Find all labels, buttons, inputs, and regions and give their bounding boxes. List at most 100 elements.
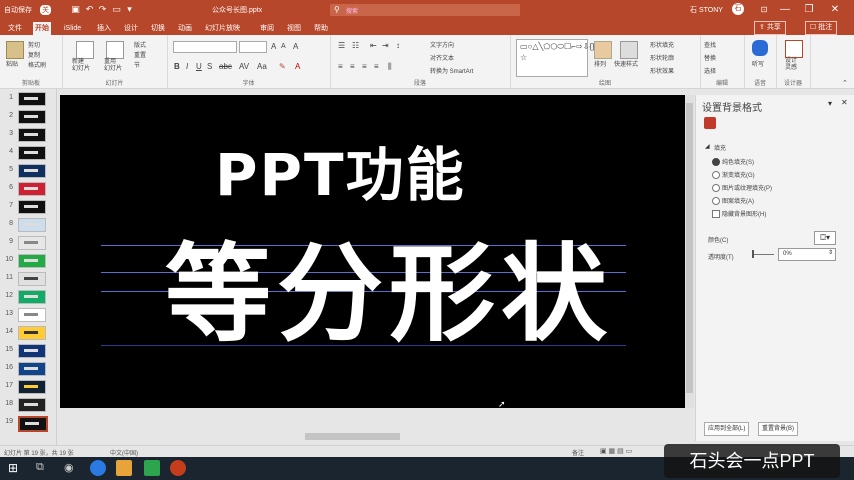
shadow-icon[interactable]: S xyxy=(207,62,212,71)
find-button[interactable]: 查找 xyxy=(704,40,716,49)
avatar[interactable]: 石 xyxy=(732,3,744,15)
start-icon[interactable]: ⊞ xyxy=(8,461,18,475)
thumbnail-19[interactable]: 19 xyxy=(4,415,52,432)
font-name-select[interactable] xyxy=(173,41,237,53)
quick-styles-icon[interactable] xyxy=(620,41,638,59)
bold-icon[interactable]: B xyxy=(174,62,180,71)
tab-design[interactable]: 设计 xyxy=(122,22,140,35)
pane-close-icon[interactable]: ✕ xyxy=(841,98,848,107)
justify-icon[interactable]: ≡ xyxy=(374,62,379,71)
reset-background-button[interactable]: 重置背景(B) xyxy=(758,422,798,436)
thumbnail-8[interactable]: 8 xyxy=(4,217,52,232)
reuse-slide-icon[interactable] xyxy=(106,41,124,59)
thumbnail-16[interactable]: 16 xyxy=(4,361,52,376)
decrease-indent-icon[interactable]: ⇤ xyxy=(370,41,377,50)
change-case-icon[interactable]: Aa xyxy=(257,62,267,71)
app-icon[interactable] xyxy=(90,460,106,476)
thumbnail-4[interactable]: 4 xyxy=(4,145,52,160)
edge-icon[interactable]: ◉ xyxy=(64,461,74,474)
tab-islide[interactable]: iSlide xyxy=(62,22,83,35)
slide-main-text[interactable]: 等分形状 xyxy=(165,235,613,355)
redo-icon[interactable]: ↷ xyxy=(97,4,108,15)
layout-button[interactable]: 版式 xyxy=(134,40,146,49)
customize-toolbar-icon[interactable]: ▾ xyxy=(124,4,135,15)
ribbon-display-icon[interactable]: ⊡ xyxy=(755,2,773,18)
tab-animations[interactable]: 动画 xyxy=(176,22,194,35)
align-right-icon[interactable]: ≡ xyxy=(362,62,367,71)
tab-file[interactable]: 文件 xyxy=(6,22,24,35)
quick-styles-button[interactable]: 快速样式 xyxy=(614,59,638,68)
paste-icon[interactable] xyxy=(6,41,24,59)
tab-review[interactable]: 审阅 xyxy=(258,22,276,35)
app-icon[interactable] xyxy=(116,460,132,476)
dictate-button[interactable]: 听写 xyxy=(752,59,764,68)
shrink-font-icon[interactable]: A xyxy=(281,43,286,50)
restore-icon[interactable]: ❐ xyxy=(800,2,818,18)
design-ideas-button[interactable]: 设计 灵感 xyxy=(785,58,797,72)
tab-help[interactable]: 帮助 xyxy=(312,22,330,35)
radio-pattern-fill[interactable] xyxy=(712,197,720,205)
hide-background-checkbox[interactable] xyxy=(712,210,720,218)
notes-button[interactable]: 备注 xyxy=(572,448,584,457)
task-view-icon[interactable]: ⧉ xyxy=(36,461,44,474)
thumbnail-6[interactable]: 6 xyxy=(4,181,52,196)
thumbnail-14[interactable]: 14 xyxy=(4,325,52,340)
bullets-icon[interactable]: ☰ xyxy=(338,41,345,50)
reset-button[interactable]: 重置 xyxy=(134,50,146,59)
cut-button[interactable]: 剪切 xyxy=(28,40,40,49)
fill-section-header[interactable]: 填充 xyxy=(714,143,726,152)
columns-icon[interactable]: ⫼ xyxy=(388,62,392,72)
tab-insert[interactable]: 插入 xyxy=(95,22,113,35)
search-box[interactable]: ⚲ 搜索 xyxy=(330,4,520,16)
thumbnail-10[interactable]: 10 xyxy=(4,253,52,268)
thumbnail-13[interactable]: 13 xyxy=(4,307,52,322)
minimize-icon[interactable]: — xyxy=(776,2,794,18)
thumbnail-11[interactable]: 11 xyxy=(4,271,52,286)
thumbnail-9[interactable]: 9 xyxy=(4,235,52,250)
spinner-icon[interactable]: ⇕ xyxy=(828,249,833,256)
fill-section-chevron-icon[interactable]: ◢ xyxy=(705,143,710,150)
apply-to-all-button[interactable]: 应用到全部(L) xyxy=(704,422,750,436)
char-spacing-icon[interactable]: AV xyxy=(239,62,249,71)
slide-title-text[interactable]: PPT功能 xyxy=(215,140,466,210)
thumbnail-2[interactable]: 2 xyxy=(4,109,52,124)
font-color-icon[interactable]: A xyxy=(295,62,300,71)
thumbnail-7[interactable]: 7 xyxy=(4,199,52,214)
font-size-select[interactable] xyxy=(239,41,267,53)
underline-icon[interactable]: U xyxy=(196,62,202,71)
align-left-icon[interactable]: ≡ xyxy=(338,62,343,71)
text-direction-button[interactable]: 文字方向 xyxy=(430,40,454,49)
transparency-slider-handle[interactable] xyxy=(752,250,754,258)
horizontal-scroll-thumb[interactable] xyxy=(305,433,400,440)
highlight-icon[interactable]: ✎ xyxy=(279,62,286,71)
fill-color-picker[interactable]: ⛋▾ xyxy=(814,231,836,245)
thumbnail-1[interactable]: 1 xyxy=(4,91,52,106)
align-center-icon[interactable]: ≡ xyxy=(350,62,355,71)
design-ideas-icon[interactable] xyxy=(785,40,803,58)
collapse-ribbon-icon[interactable]: ⌃ xyxy=(842,79,848,87)
tab-slideshow[interactable]: 幻灯片放映 xyxy=(203,22,242,35)
horizontal-scrollbar[interactable] xyxy=(60,432,685,441)
shape-effects-button[interactable]: 形状效果 xyxy=(650,66,674,75)
user-name[interactable]: 石 STONY xyxy=(690,5,723,15)
transparency-input[interactable]: 0% ⇕ xyxy=(778,248,836,261)
new-slide-button[interactable]: 新建 幻灯片 xyxy=(72,59,100,73)
autosave-toggle[interactable]: 关 xyxy=(40,5,51,15)
shape-fill-button[interactable]: 形状填充 xyxy=(650,40,674,49)
copy-button[interactable]: 复制 xyxy=(28,50,40,59)
thumbnail-15[interactable]: 15 xyxy=(4,343,52,358)
normal-view-icon[interactable]: ▣ ▦ ▤ ▭ xyxy=(600,447,632,455)
new-slide-icon[interactable] xyxy=(76,41,94,59)
share-button[interactable]: ⇪ 共享 xyxy=(754,21,786,35)
comments-button[interactable]: ☐ 批注 xyxy=(805,21,838,35)
replace-button[interactable]: 替换 xyxy=(704,53,716,62)
undo-icon[interactable]: ↶ xyxy=(84,4,95,15)
powerpoint-taskbar-icon[interactable] xyxy=(170,460,186,476)
reuse-slide-button[interactable]: 重用 幻灯片 xyxy=(104,59,122,73)
arrange-icon[interactable] xyxy=(594,41,612,59)
italic-icon[interactable]: I xyxy=(186,62,188,71)
fill-category-icon[interactable] xyxy=(704,117,716,129)
transparency-slider[interactable] xyxy=(752,254,774,255)
start-slideshow-icon[interactable]: ▭ xyxy=(111,4,122,15)
tab-view[interactable]: 视图 xyxy=(285,22,303,35)
